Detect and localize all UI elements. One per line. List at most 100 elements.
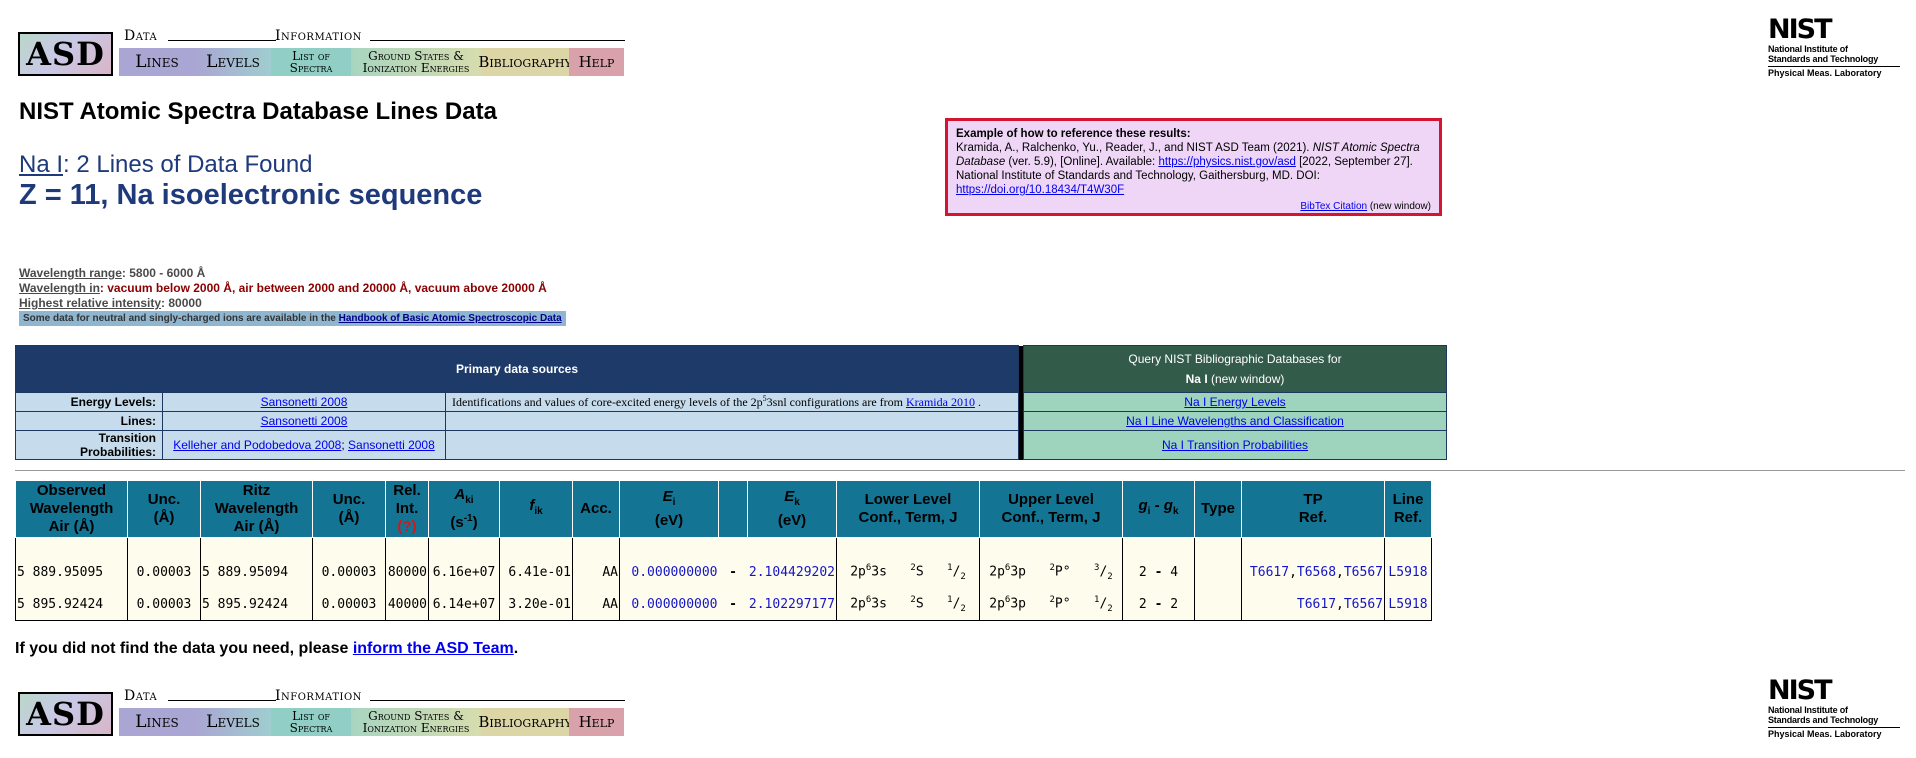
- lower-energy[interactable]: 0.000000000: [619, 556, 719, 588]
- col-line-ref[interactable]: Line Ref.: [1384, 480, 1432, 538]
- lines-note: [445, 411, 1019, 431]
- line-ref: L5918: [1384, 588, 1432, 621]
- citation-authors: Kramida, A., Ralchenko, Yu., Reader, J.,…: [956, 142, 1313, 154]
- not-found-end: .: [513, 640, 519, 657]
- citation-heading: Example of how to reference these result…: [956, 128, 1191, 140]
- not-found-message: If you did not find the data you need, p…: [15, 640, 518, 658]
- lower-energy[interactable]: 0.000000000: [619, 588, 719, 621]
- col-ei[interactable]: Ei (eV): [619, 480, 719, 538]
- col-g[interactable]: gi - gk: [1122, 480, 1195, 538]
- citation-version: (ver. 5.9), [Online]. Available:: [1005, 156, 1159, 168]
- asd-logo[interactable]: ASD: [18, 32, 113, 76]
- nist-sub1: National Institute of: [1768, 44, 1848, 54]
- query-energy-levels-link[interactable]: Na I Energy Levels: [1184, 395, 1285, 409]
- tp-note: [445, 430, 1019, 460]
- query-bib-header: Query NIST Bibliographic Databases for N…: [1023, 345, 1447, 393]
- energy-levels-ref-link[interactable]: Sansonetti 2008: [261, 395, 348, 409]
- tp-ref-link[interactable]: T6567: [1344, 597, 1383, 612]
- lines-found-heading: Na I: 2 Lines of Data Found: [19, 151, 313, 179]
- ground-states-line2: Ionization Energies: [362, 61, 470, 75]
- energy-note-end: .: [974, 395, 981, 409]
- spectrum-link[interactable]: Na I: [19, 151, 63, 178]
- col-fik[interactable]: fik: [499, 480, 573, 538]
- unc-observed: 0.00003: [127, 588, 201, 621]
- col-unc1[interactable]: Unc. (Å): [127, 480, 201, 538]
- citation-url-link[interactable]: https://physics.nist.gov/asd: [1158, 156, 1295, 168]
- tp-ref-link[interactable]: T6617: [1297, 597, 1336, 612]
- wavelength-range-label[interactable]: Wavelength range: [19, 266, 122, 280]
- col-unc2[interactable]: Unc. (Å): [312, 480, 386, 538]
- isoelectronic-sequence: Z = 11, Na isoelectronic sequence: [19, 179, 483, 211]
- highest-intensity-row: Highest relative intensity: 80000: [19, 296, 202, 310]
- query-tp-link[interactable]: Na I Transition Probabilities: [1162, 438, 1308, 452]
- wavelength-in-label[interactable]: Wavelength in: [19, 281, 100, 295]
- line-ref-link[interactable]: L5918: [1388, 597, 1427, 612]
- col-tp-ref[interactable]: TP Ref.: [1241, 480, 1385, 538]
- tp-ref-link[interactable]: T6567: [1344, 565, 1383, 580]
- tp-refs: T6617,T6567: [1241, 588, 1385, 621]
- nist-sub2: Standards and Technology: [1768, 54, 1879, 64]
- lower-level: 2p63s 2S 1/2: [836, 588, 980, 621]
- line-ref-link[interactable]: L5918: [1388, 565, 1427, 580]
- help-button[interactable]: Help: [569, 48, 624, 76]
- query-bib-note: (new window): [1207, 372, 1285, 386]
- lower-level: 2p63s 2S 1/2: [836, 556, 980, 588]
- bibtex-row: BibTex Citation (new window): [956, 200, 1431, 214]
- list-of-spectra-button[interactable]: List of Spectra: [271, 48, 351, 76]
- nist-sub2: Standards and Technology: [1768, 715, 1879, 725]
- asd-logo[interactable]: ASD: [18, 692, 113, 736]
- handbook-link[interactable]: Handbook of Basic Atomic Spectroscopic D…: [339, 313, 562, 324]
- data-rule: [168, 40, 276, 41]
- rel-int-help-link[interactable]: (?): [397, 518, 416, 535]
- lines-button[interactable]: Lines: [119, 48, 195, 76]
- upper-level: 2p63p 2P° 3/2: [979, 556, 1123, 588]
- col-observed[interactable]: Observed Wavelength Air (Å): [15, 480, 128, 538]
- fik-value: 3.20e-01: [499, 588, 573, 621]
- bibliography-button[interactable]: Bibliography: [478, 48, 572, 76]
- citation-doi-link[interactable]: https://doi.org/10.18434/T4W30F: [956, 184, 1124, 196]
- help-button[interactable]: Help: [569, 708, 624, 736]
- nist-wordmark: NIST: [1768, 14, 1833, 45]
- lines-table: Observed Wavelength Air (Å) Unc. (Å) Ritz Wa…: [15, 480, 1432, 621]
- col-rel-int[interactable]: Rel. Int. (?): [385, 480, 429, 538]
- bibliography-button[interactable]: Bibliography: [478, 708, 572, 736]
- inform-asd-team-link[interactable]: inform the ASD Team: [353, 640, 514, 657]
- bibtex-link[interactable]: BibTex Citation: [1300, 201, 1367, 212]
- kramida-link[interactable]: Kramida 2010: [906, 395, 975, 409]
- table-row: 5 895.92424 0.00003 5 895.92424 0.00003 4000…: [15, 588, 1432, 621]
- statistical-weights: 2 - 4: [1122, 556, 1195, 588]
- primary-sources-header: Primary data sources: [15, 345, 1019, 393]
- ground-states-button[interactable]: Ground States & Ionization Energies: [351, 708, 481, 736]
- page-title: NIST Atomic Spectra Database Lines Data: [19, 98, 497, 125]
- highest-intensity-value: : 80000: [161, 296, 202, 310]
- col-ek[interactable]: Ek (eV): [747, 480, 837, 538]
- col-type[interactable]: Type: [1194, 480, 1242, 538]
- col-lower-level[interactable]: Lower Level Conf., Term, J: [836, 480, 980, 538]
- query-bib-ion: Na I: [1185, 372, 1208, 386]
- tp-ref-link[interactable]: T6617: [1250, 565, 1289, 580]
- query-lines-link[interactable]: Na I Line Wavelengths and Classification: [1126, 414, 1344, 428]
- nist-logo-top[interactable]: NIST National Institute of Standards and…: [1768, 16, 1900, 79]
- upper-energy[interactable]: 2.104429202: [747, 556, 837, 588]
- lines-ref-link[interactable]: Sansonetti 2008: [261, 414, 348, 428]
- nist-logo-bottom[interactable]: NIST National Institute of Standards and…: [1768, 677, 1900, 740]
- wavelength-range-row: Wavelength range: 5800 - 6000 Å: [19, 266, 205, 280]
- tp-ref-link-1[interactable]: Kelleher and Podobedova 2008: [173, 438, 341, 452]
- energy-levels-label: Energy Levels:: [15, 392, 163, 412]
- unc-ritz: 0.00003: [312, 556, 386, 588]
- upper-energy[interactable]: 2.102297177: [747, 588, 837, 621]
- levels-button[interactable]: Levels: [195, 708, 271, 736]
- ground-states-button[interactable]: Ground States & Ionization Energies: [351, 48, 481, 76]
- lines-button[interactable]: Lines: [119, 708, 195, 736]
- levels-button[interactable]: Levels: [195, 48, 271, 76]
- col-ritz[interactable]: Ritz Wavelength Air (Å): [200, 480, 313, 538]
- tp-ref-link[interactable]: T6568: [1297, 565, 1336, 580]
- nist-sub1: National Institute of: [1768, 705, 1848, 715]
- list-of-spectra-button[interactable]: List of Spectra: [271, 708, 351, 736]
- highest-intensity-label[interactable]: Highest relative intensity: [19, 296, 161, 310]
- col-aki[interactable]: Aki (s-1): [428, 480, 500, 538]
- transition-type: [1194, 588, 1242, 621]
- col-acc[interactable]: Acc.: [572, 480, 620, 538]
- tp-ref-link-2[interactable]: Sansonetti 2008: [348, 438, 435, 452]
- col-upper-level[interactable]: Upper Level Conf., Term, J: [979, 480, 1123, 538]
